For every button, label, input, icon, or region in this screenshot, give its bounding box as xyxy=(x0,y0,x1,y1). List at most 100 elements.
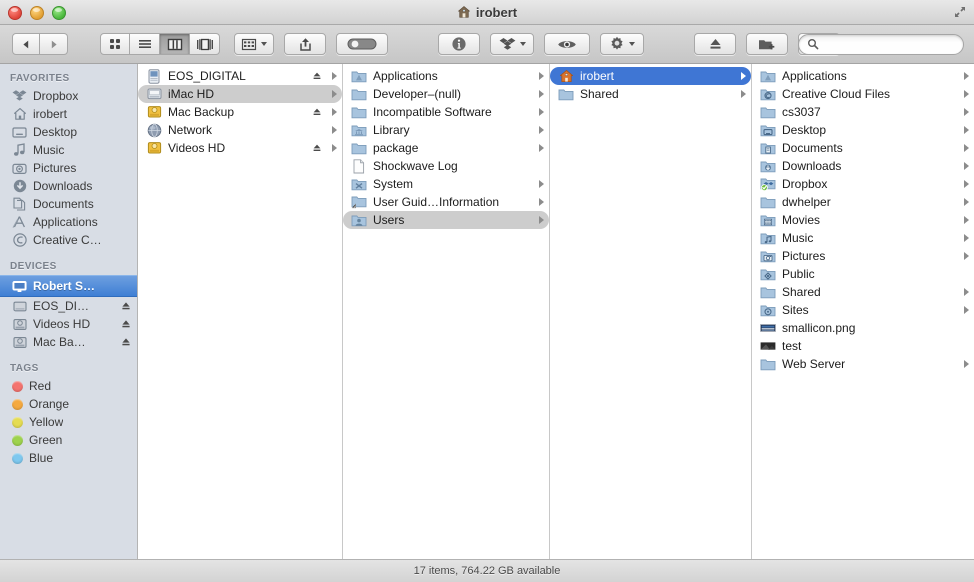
fullscreen-arrows-icon[interactable] xyxy=(953,5,967,19)
column-item[interactable]: Shockwave Log xyxy=(343,157,549,175)
column-item[interactable]: Public xyxy=(752,265,974,283)
column-item[interactable]: Sites xyxy=(752,301,974,319)
column-item[interactable]: Music xyxy=(752,229,974,247)
sidebar-item-tag-orange[interactable]: Orange xyxy=(0,395,137,413)
folder-icon xyxy=(351,140,367,156)
column-home-irobert[interactable]: Applications Creative Cloud Files cs3037… xyxy=(752,64,974,559)
column-browser: EOS_DIGITAL iMac HD Mac Backup Network V… xyxy=(138,64,974,559)
forward-button[interactable] xyxy=(40,33,68,55)
new-folder-button[interactable] xyxy=(746,33,788,55)
column-item[interactable]: EOS_DIGITAL xyxy=(138,67,342,85)
column-item[interactable]: Applications xyxy=(752,67,974,85)
eject-icon[interactable] xyxy=(121,319,131,329)
column-item[interactable]: Network xyxy=(138,121,342,139)
column-item[interactable]: Desktop xyxy=(752,121,974,139)
sidebar-section-header-devices: DEVICES xyxy=(10,261,57,272)
sidebar-item-tag-red[interactable]: Red xyxy=(0,377,137,395)
sidebar-item-label: Orange xyxy=(29,397,70,411)
column-item-label: Creative Cloud Files xyxy=(782,87,891,101)
column-item[interactable]: dwhelper xyxy=(752,193,974,211)
close-button[interactable] xyxy=(8,6,22,20)
info-button[interactable] xyxy=(438,33,480,55)
column-item-label: Applications xyxy=(782,69,847,83)
coverflow-view-button[interactable] xyxy=(190,33,220,55)
sidebar-item-irobert[interactable]: irobert xyxy=(0,105,137,123)
column-item[interactable]: cs3037 xyxy=(752,103,974,121)
column-item[interactable]: Documents xyxy=(752,139,974,157)
sidebar-item-pictures[interactable]: Pictures xyxy=(0,159,137,177)
eject-icon[interactable] xyxy=(312,143,322,153)
column-item-label: Music xyxy=(782,231,814,245)
column-item[interactable]: package xyxy=(343,139,549,157)
sidebar-item-mac-ba[interactable]: Mac Ba… xyxy=(0,333,137,351)
column-imac-hd-root[interactable]: Applications Developer–(null) Incompatib… xyxy=(343,64,550,559)
quicklook-button[interactable] xyxy=(544,33,590,55)
column-volumes[interactable]: EOS_DIGITAL iMac HD Mac Backup Network V… xyxy=(138,64,343,559)
sidebar-item-videos-hd[interactable]: Videos HD xyxy=(0,315,137,333)
external-drive-icon xyxy=(146,140,162,156)
column-item[interactable]: Videos HD xyxy=(138,139,342,157)
eye-icon xyxy=(557,38,577,51)
column-item[interactable]: smallicon.png xyxy=(752,319,974,337)
sidebar-item-label: Green xyxy=(29,433,63,447)
zoom-button[interactable] xyxy=(52,6,66,20)
sidebar-item-eos-di[interactable]: EOS_DI… xyxy=(0,297,137,315)
disclosure-arrow-icon xyxy=(539,198,544,206)
column-item[interactable]: User Guid…Information xyxy=(343,193,549,211)
column-view-button[interactable] xyxy=(160,33,190,55)
column-item[interactable]: Dropbox xyxy=(752,175,974,193)
column-item[interactable]: System xyxy=(343,175,549,193)
column-item[interactable]: Developer–(null) xyxy=(343,85,549,103)
icon-view-button[interactable] xyxy=(100,33,130,55)
column-item[interactable]: Downloads xyxy=(752,157,974,175)
column-item[interactable]: Shared xyxy=(752,283,974,301)
disclosure-arrow-icon xyxy=(964,108,969,116)
column-item[interactable]: Web Server xyxy=(752,355,974,373)
sidebar-item-tag-blue[interactable]: Blue xyxy=(0,449,137,467)
tags-button[interactable] xyxy=(336,33,388,55)
action-button[interactable] xyxy=(600,33,644,55)
sidebar-item-creative-cloud[interactable]: Creative C… xyxy=(0,231,137,249)
sidebar-item-downloads[interactable]: Downloads xyxy=(0,177,137,195)
list-view-button[interactable] xyxy=(130,33,160,55)
column-item[interactable]: Mac Backup xyxy=(138,103,342,121)
sidebar-item-music[interactable]: Music xyxy=(0,141,137,159)
status-bar: 17 items, 764.22 GB available xyxy=(0,559,974,582)
home-icon xyxy=(457,5,471,19)
column-item[interactable]: irobert xyxy=(550,67,751,85)
column-item[interactable]: Movies xyxy=(752,211,974,229)
column-users[interactable]: irobert Shared xyxy=(550,64,752,559)
sidebar-item-documents[interactable]: Documents xyxy=(0,195,137,213)
eject-icon[interactable] xyxy=(121,301,131,311)
column-item[interactable]: Incompatible Software xyxy=(343,103,549,121)
column-item[interactable]: Users xyxy=(343,211,549,229)
sidebar-item-robert-s[interactable]: Robert S… xyxy=(0,275,137,297)
search-input[interactable] xyxy=(823,37,955,51)
column-item[interactable]: iMac HD xyxy=(138,85,342,103)
share-button[interactable] xyxy=(284,33,326,55)
sidebar-item-applications[interactable]: Applications xyxy=(0,213,137,231)
arrange-button[interactable] xyxy=(234,33,274,55)
column-item[interactable]: Applications xyxy=(343,67,549,85)
back-button[interactable] xyxy=(12,33,40,55)
sidebar-item-tag-yellow[interactable]: Yellow xyxy=(0,413,137,431)
eject-icon[interactable] xyxy=(121,337,131,347)
column-item[interactable]: Shared xyxy=(550,85,751,103)
sidebar-section-header-favorites: FAVORITES xyxy=(10,73,70,84)
disclosure-arrow-icon xyxy=(539,90,544,98)
minimize-button[interactable] xyxy=(30,6,44,20)
eject-icon[interactable] xyxy=(312,107,322,117)
disclosure-arrow-icon xyxy=(964,144,969,152)
sidebar-item-dropbox[interactable]: Dropbox xyxy=(0,87,137,105)
column-item-label: Downloads xyxy=(782,159,842,173)
sidebar-item-tag-green[interactable]: Green xyxy=(0,431,137,449)
dropbox-button[interactable] xyxy=(490,33,534,55)
eject-icon[interactable] xyxy=(312,71,322,81)
search-field[interactable] xyxy=(798,33,964,55)
column-item[interactable]: Pictures xyxy=(752,247,974,265)
sidebar-item-desktop[interactable]: Desktop xyxy=(0,123,137,141)
column-item[interactable]: Creative Cloud Files xyxy=(752,85,974,103)
column-item[interactable]: Library xyxy=(343,121,549,139)
eject-button[interactable] xyxy=(694,33,736,55)
column-item[interactable]: test xyxy=(752,337,974,355)
